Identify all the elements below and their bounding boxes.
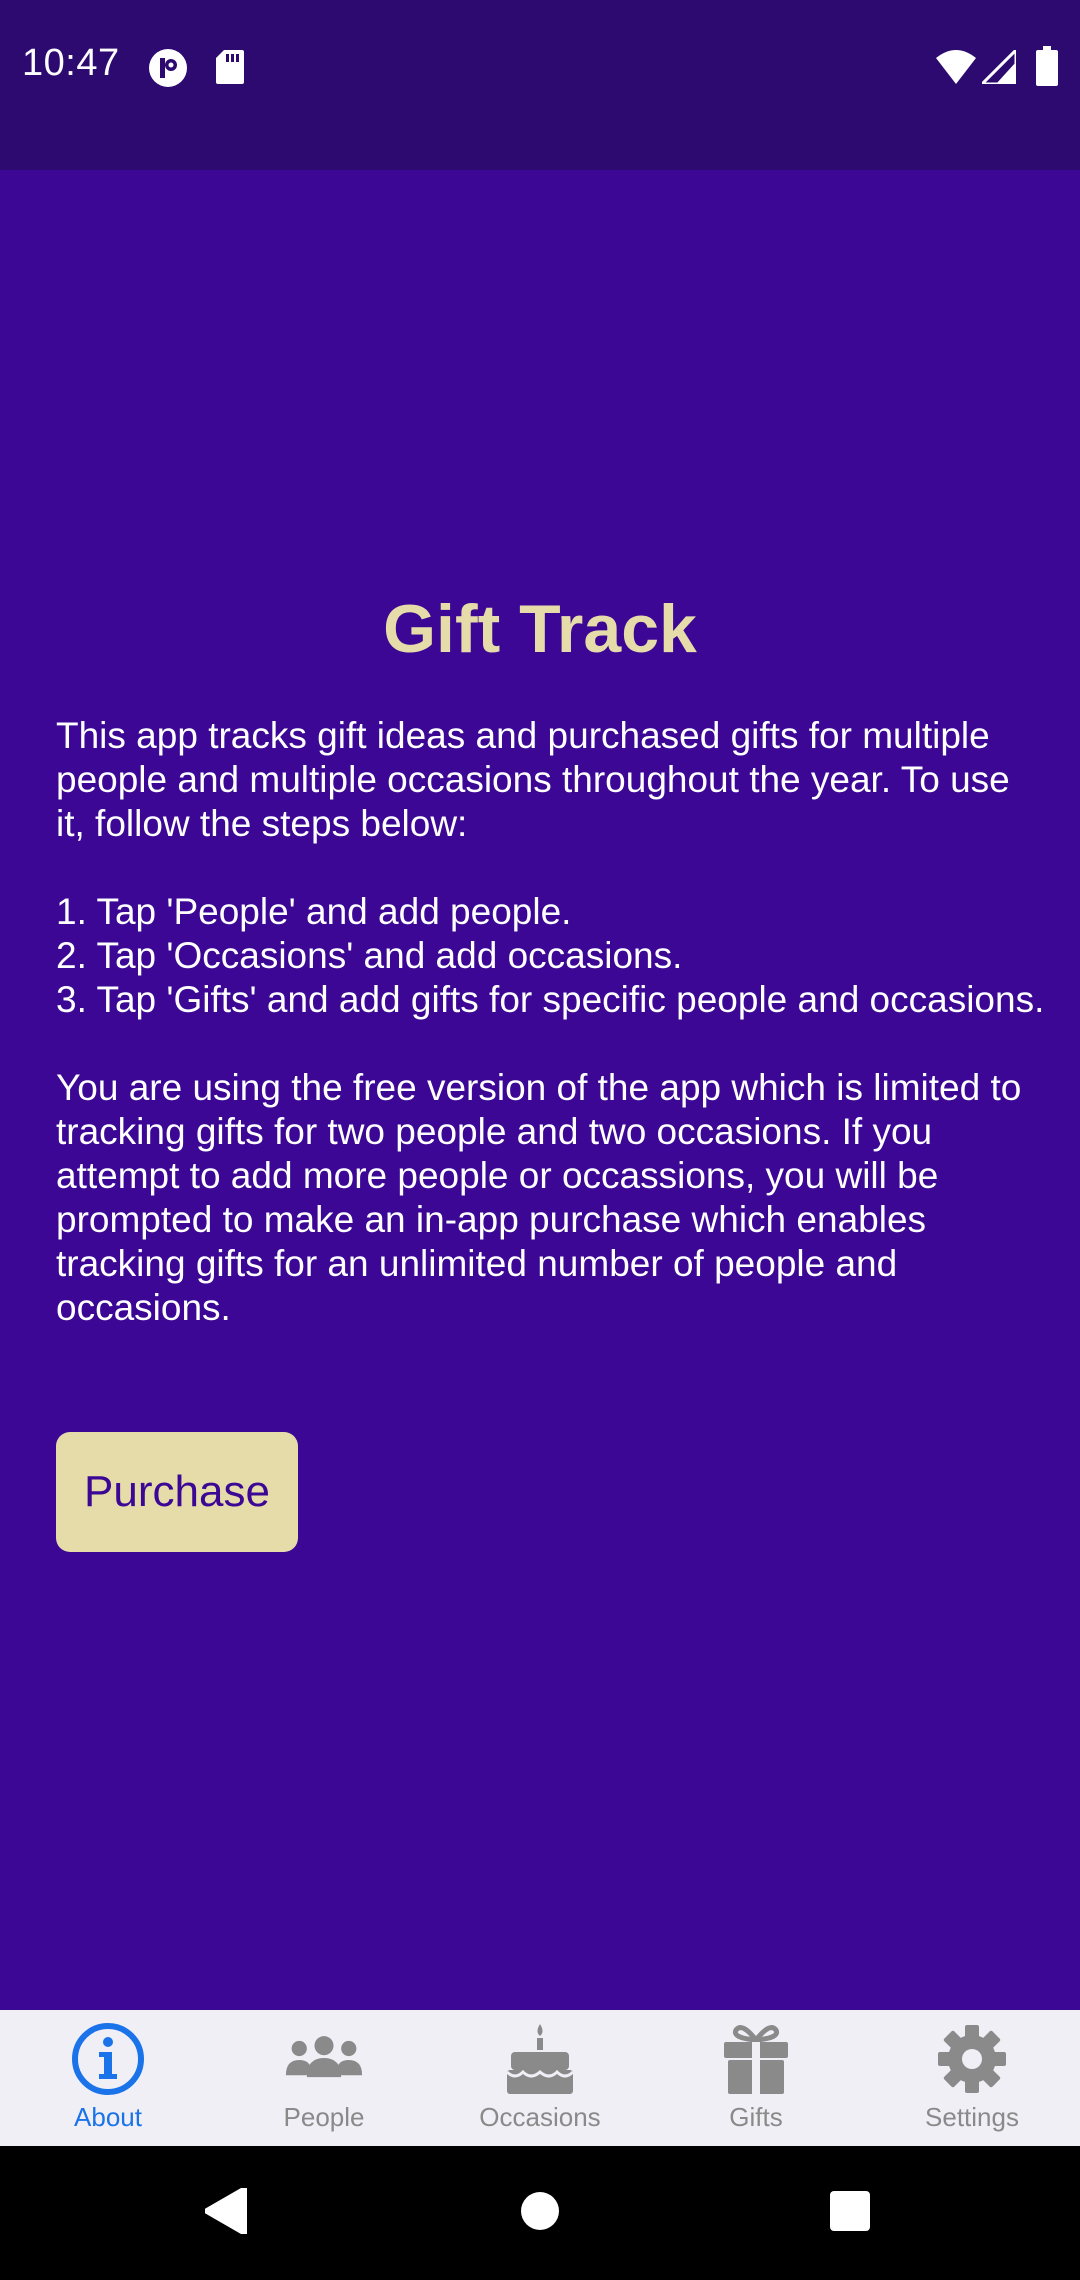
cellular-signal-icon — [978, 46, 1018, 88]
tab-label: Gifts — [729, 2102, 783, 2132]
app-notification-icon — [148, 48, 188, 92]
system-nav-bar — [0, 2146, 1080, 2280]
gift-icon — [716, 2022, 796, 2096]
tab-people[interactable]: People — [216, 2010, 432, 2146]
people-icon — [284, 2022, 364, 2096]
sd-card-icon — [216, 50, 244, 88]
info-icon — [68, 2022, 148, 2096]
home-button[interactable] — [480, 2146, 600, 2280]
status-time: 10:47 — [22, 42, 120, 84]
tab-about[interactable]: About — [0, 2010, 216, 2146]
recents-button[interactable] — [790, 2146, 910, 2280]
about-description: This app tracks gift ideas and purchased… — [56, 715, 1045, 1328]
tab-bar: About People Occasions Gifts Settings — [0, 2010, 1080, 2146]
tab-gifts[interactable]: Gifts — [648, 2010, 864, 2146]
back-button[interactable] — [166, 2146, 286, 2280]
battery-icon — [1036, 46, 1058, 90]
purchase-button[interactable]: Purchase — [56, 1432, 298, 1552]
tab-label: People — [283, 2102, 365, 2132]
gear-icon — [932, 2022, 1012, 2096]
tab-settings[interactable]: Settings — [864, 2010, 1080, 2146]
tab-label: Settings — [925, 2102, 1019, 2132]
recents-square-icon — [829, 2190, 871, 2236]
page-title: Gift Track — [383, 591, 697, 667]
cake-icon — [500, 2022, 580, 2096]
tab-occasions[interactable]: Occasions — [432, 2010, 648, 2146]
tab-label: About — [74, 2102, 142, 2132]
back-triangle-icon — [203, 2186, 247, 2238]
screen: 10:47 Gift Track This app tracks gift id… — [0, 0, 1080, 2280]
wifi-icon — [936, 50, 976, 88]
status-bar: 10:47 — [0, 0, 1080, 170]
home-circle-icon — [520, 2191, 560, 2235]
tab-label: Occasions — [479, 2102, 601, 2132]
